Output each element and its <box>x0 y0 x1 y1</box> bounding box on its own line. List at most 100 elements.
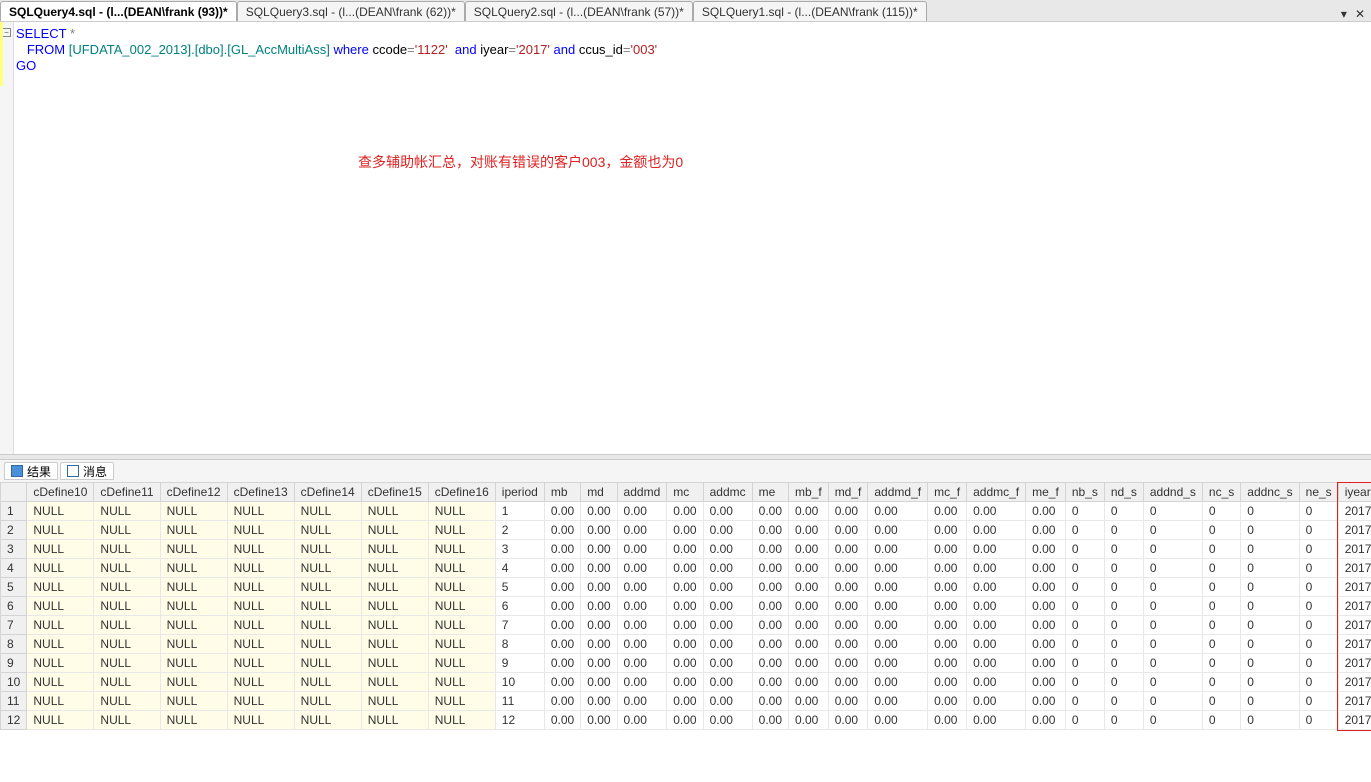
cell-money[interactable]: 0.00 <box>967 521 1026 540</box>
cell-null[interactable]: NULL <box>94 673 160 692</box>
cell-money[interactable]: 0.00 <box>617 559 667 578</box>
col-cDefine16[interactable]: cDefine16 <box>428 483 495 502</box>
cell-null[interactable]: NULL <box>428 540 495 559</box>
cell-money[interactable]: 0.00 <box>544 521 580 540</box>
col-cDefine13[interactable]: cDefine13 <box>227 483 294 502</box>
cell-iperiod[interactable]: 4 <box>495 559 544 578</box>
cell-money[interactable]: 0.00 <box>703 692 752 711</box>
cell-money[interactable]: 0.00 <box>752 540 788 559</box>
cell-num[interactable]: 0 <box>1299 540 1338 559</box>
cell-num[interactable]: 0 <box>1143 616 1202 635</box>
cell-money[interactable]: 0.00 <box>928 616 967 635</box>
cell-num[interactable]: 0 <box>1241 635 1299 654</box>
cell-num[interactable]: 0 <box>1065 502 1104 521</box>
cell-money[interactable]: 0.00 <box>828 616 868 635</box>
cell-num[interactable]: 0 <box>1065 711 1104 730</box>
cell-iyear[interactable]: 2017 <box>1338 616 1371 635</box>
row-number-cell[interactable]: 6 <box>1 597 27 616</box>
cell-null[interactable]: NULL <box>94 635 160 654</box>
cell-money[interactable]: 0.00 <box>617 654 667 673</box>
cell-money[interactable]: 0.00 <box>1026 597 1066 616</box>
cell-iyear[interactable]: 2017 <box>1338 654 1371 673</box>
cell-num[interactable]: 0 <box>1299 654 1338 673</box>
results-table[interactable]: cDefine10 cDefine11 cDefine12 cDefine13 … <box>0 482 1371 730</box>
cell-null[interactable]: NULL <box>27 711 94 730</box>
cell-money[interactable]: 0.00 <box>544 597 580 616</box>
cell-money[interactable]: 0.00 <box>581 616 617 635</box>
cell-num[interactable]: 0 <box>1143 540 1202 559</box>
cell-null[interactable]: NULL <box>294 559 361 578</box>
cell-money[interactable]: 0.00 <box>789 502 829 521</box>
cell-money[interactable]: 0.00 <box>581 559 617 578</box>
cell-num[interactable]: 0 <box>1299 578 1338 597</box>
cell-num[interactable]: 0 <box>1241 692 1299 711</box>
cell-iyear[interactable]: 2017 <box>1338 559 1371 578</box>
cell-num[interactable]: 0 <box>1241 502 1299 521</box>
cell-null[interactable]: NULL <box>27 692 94 711</box>
cell-money[interactable]: 0.00 <box>544 654 580 673</box>
cell-money[interactable]: 0.00 <box>581 578 617 597</box>
cell-null[interactable]: NULL <box>428 521 495 540</box>
cell-money[interactable]: 0.00 <box>868 559 928 578</box>
col-addnc_s[interactable]: addnc_s <box>1241 483 1299 502</box>
cell-money[interactable]: 0.00 <box>868 616 928 635</box>
cell-money[interactable]: 0.00 <box>703 635 752 654</box>
cell-money[interactable]: 0.00 <box>544 711 580 730</box>
cell-num[interactable]: 0 <box>1299 521 1338 540</box>
cell-money[interactable]: 0.00 <box>967 540 1026 559</box>
cell-money[interactable]: 0.00 <box>828 673 868 692</box>
file-tab-query4[interactable]: SQLQuery4.sql - (l...(DEAN\frank (93))* <box>0 1 237 21</box>
cell-money[interactable]: 0.00 <box>667 711 703 730</box>
cell-num[interactable]: 0 <box>1241 616 1299 635</box>
cell-null[interactable]: NULL <box>294 673 361 692</box>
cell-money[interactable]: 0.00 <box>868 540 928 559</box>
cell-money[interactable]: 0.00 <box>828 559 868 578</box>
cell-money[interactable]: 0.00 <box>581 502 617 521</box>
cell-null[interactable]: NULL <box>428 597 495 616</box>
cell-iperiod[interactable]: 7 <box>495 616 544 635</box>
cell-money[interactable]: 0.00 <box>828 578 868 597</box>
messages-tab[interactable]: 消息 <box>60 462 114 480</box>
cell-num[interactable]: 0 <box>1104 692 1143 711</box>
cell-money[interactable]: 0.00 <box>752 521 788 540</box>
cell-iperiod[interactable]: 12 <box>495 711 544 730</box>
cell-null[interactable]: NULL <box>27 521 94 540</box>
table-row[interactable]: 9NULLNULLNULLNULLNULLNULLNULL90.000.000.… <box>1 654 1371 673</box>
col-md_f[interactable]: md_f <box>828 483 868 502</box>
cell-null[interactable]: NULL <box>294 521 361 540</box>
cell-null[interactable]: NULL <box>227 616 294 635</box>
table-row[interactable]: 1NULLNULLNULLNULLNULLNULLNULL10.000.000.… <box>1 502 1371 521</box>
cell-num[interactable]: 0 <box>1065 597 1104 616</box>
col-mc[interactable]: mc <box>667 483 703 502</box>
col-cDefine10[interactable]: cDefine10 <box>27 483 94 502</box>
cell-iperiod[interactable]: 11 <box>495 692 544 711</box>
table-row[interactable]: 10NULLNULLNULLNULLNULLNULLNULL100.000.00… <box>1 673 1371 692</box>
cell-null[interactable]: NULL <box>160 711 227 730</box>
cell-iperiod[interactable]: 6 <box>495 597 544 616</box>
cell-money[interactable]: 0.00 <box>667 635 703 654</box>
cell-money[interactable]: 0.00 <box>928 502 967 521</box>
cell-null[interactable]: NULL <box>160 616 227 635</box>
cell-num[interactable]: 0 <box>1065 654 1104 673</box>
cell-null[interactable]: NULL <box>160 502 227 521</box>
cell-money[interactable]: 0.00 <box>1026 635 1066 654</box>
cell-num[interactable]: 0 <box>1104 597 1143 616</box>
cell-money[interactable]: 0.00 <box>544 692 580 711</box>
cell-money[interactable]: 0.00 <box>1026 673 1066 692</box>
cell-money[interactable]: 0.00 <box>752 635 788 654</box>
table-row[interactable]: 6NULLNULLNULLNULLNULLNULLNULL60.000.000.… <box>1 597 1371 616</box>
cell-null[interactable]: NULL <box>428 635 495 654</box>
cell-null[interactable]: NULL <box>294 502 361 521</box>
cell-money[interactable]: 0.00 <box>967 635 1026 654</box>
cell-money[interactable]: 0.00 <box>789 559 829 578</box>
cell-null[interactable]: NULL <box>294 597 361 616</box>
cell-num[interactable]: 0 <box>1143 711 1202 730</box>
col-mb_f[interactable]: mb_f <box>789 483 829 502</box>
cell-num[interactable]: 0 <box>1202 521 1240 540</box>
cell-money[interactable]: 0.00 <box>789 654 829 673</box>
cell-money[interactable]: 0.00 <box>868 502 928 521</box>
cell-money[interactable]: 0.00 <box>789 616 829 635</box>
cell-null[interactable]: NULL <box>361 692 428 711</box>
cell-null[interactable]: NULL <box>428 578 495 597</box>
cell-num[interactable]: 0 <box>1104 578 1143 597</box>
